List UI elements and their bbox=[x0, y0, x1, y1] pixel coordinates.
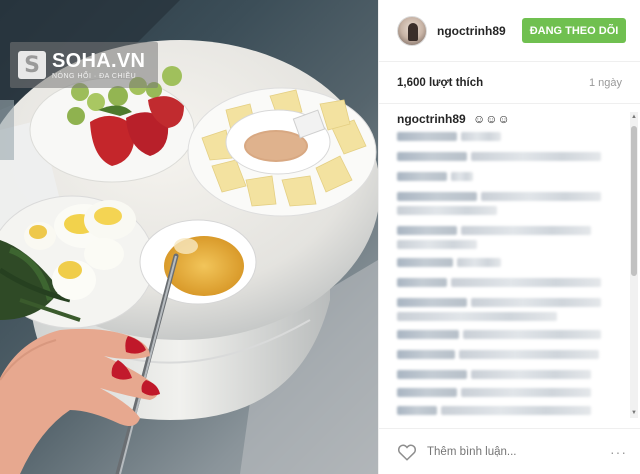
post-stats: 1,600 lượt thích 1 ngày bbox=[379, 62, 640, 104]
blurred-comment bbox=[397, 370, 467, 379]
post-caption: ngoctrinh89 ☺☺☺ bbox=[379, 104, 640, 126]
blurred-comment bbox=[463, 330, 601, 339]
scroll-up-arrow-icon[interactable]: ▲ bbox=[630, 112, 638, 122]
following-button[interactable]: ĐANG THEO DÕI bbox=[522, 18, 626, 43]
blurred-comment bbox=[397, 406, 437, 415]
caption-username[interactable]: ngoctrinh89 bbox=[397, 112, 466, 126]
blurred-comment bbox=[397, 172, 447, 181]
blurred-comment bbox=[481, 192, 601, 201]
heart-icon[interactable] bbox=[397, 443, 417, 461]
blurred-comment bbox=[397, 278, 447, 287]
avatar[interactable] bbox=[397, 15, 427, 46]
blurred-comment bbox=[457, 258, 501, 267]
blurred-comment bbox=[397, 350, 455, 359]
scrollbar-thumb[interactable] bbox=[631, 126, 637, 276]
comments-list[interactable]: ngoctrinh89 ☺☺☺ bbox=[379, 104, 640, 428]
blurred-comment bbox=[397, 152, 467, 161]
blurred-comment bbox=[471, 152, 601, 161]
likes-count[interactable]: 1,600 lượt thích bbox=[397, 77, 483, 89]
watermark-tagline: NÓNG HỔI · ĐA CHIỀU bbox=[52, 72, 137, 80]
blurred-comment bbox=[441, 406, 591, 415]
soha-watermark: S SOHA.VN NÓNG HỔI · ĐA CHIỀU bbox=[10, 42, 158, 88]
blurred-comment bbox=[451, 172, 473, 181]
blurred-comment bbox=[397, 258, 453, 267]
blurred-comment bbox=[397, 330, 459, 339]
soha-logo-icon: S bbox=[18, 51, 46, 79]
blurred-comment bbox=[397, 226, 457, 235]
blurred-comment bbox=[397, 388, 457, 397]
add-comment-input[interactable] bbox=[427, 445, 587, 458]
more-options-icon[interactable]: ··· bbox=[610, 444, 627, 460]
post-photo[interactable]: S SOHA.VN NÓNG HỔI · ĐA CHIỀU bbox=[0, 0, 378, 474]
watermark-brand: SOHA.VN bbox=[52, 49, 146, 72]
blurred-comment bbox=[461, 132, 501, 141]
blurred-comment bbox=[397, 132, 457, 141]
blurred-comment bbox=[397, 312, 557, 321]
post-time[interactable]: 1 ngày bbox=[589, 77, 622, 89]
post-footer: ··· bbox=[379, 428, 640, 474]
caption-text: ☺☺☺ bbox=[473, 112, 510, 126]
blurred-comment bbox=[461, 226, 591, 235]
comments-scrollbar[interactable]: ▲ ▼ bbox=[630, 112, 638, 418]
blurred-comment bbox=[397, 298, 467, 307]
blurred-comment bbox=[461, 388, 591, 397]
scroll-down-arrow-icon[interactable]: ▼ bbox=[630, 408, 638, 418]
blurred-comment bbox=[397, 206, 497, 215]
blurred-comment bbox=[397, 240, 477, 249]
blurred-comment bbox=[459, 350, 599, 359]
blurred-comment bbox=[397, 192, 477, 201]
username-link[interactable]: ngoctrinh89 bbox=[437, 24, 506, 38]
blurred-comment bbox=[451, 278, 601, 287]
post-header: ngoctrinh89 ĐANG THEO DÕI bbox=[379, 0, 640, 62]
blurred-comment bbox=[471, 370, 591, 379]
post-sidebar: ngoctrinh89 ĐANG THEO DÕI 1,600 lượt thí… bbox=[378, 0, 640, 474]
blurred-comment bbox=[471, 298, 601, 307]
